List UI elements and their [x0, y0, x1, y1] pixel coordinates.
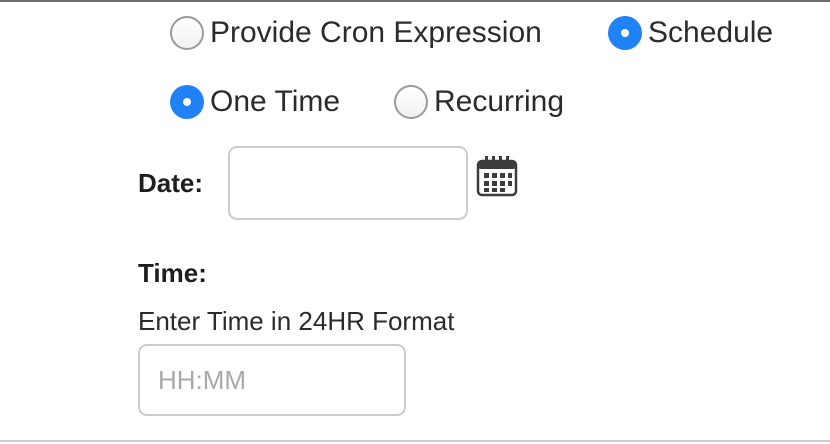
top-divider: [0, 0, 830, 2]
radio-one-time[interactable]: One Time: [170, 83, 340, 121]
radio-unchecked-icon[interactable]: [394, 85, 428, 119]
radio-schedule-label[interactable]: Schedule: [648, 14, 773, 52]
radio-checked-icon[interactable]: [170, 85, 204, 119]
time-label: Time:: [138, 258, 207, 288]
radio-cron-expression[interactable]: Provide Cron Expression: [170, 14, 542, 52]
date-input[interactable]: [228, 146, 468, 220]
calendar-picker-button[interactable]: [474, 153, 520, 199]
radio-schedule[interactable]: Schedule: [608, 14, 773, 52]
date-label: Date:: [138, 168, 204, 198]
bottom-divider: [0, 440, 830, 442]
radio-cron-expression-label[interactable]: Provide Cron Expression: [210, 14, 542, 52]
radio-recurring-label[interactable]: Recurring: [434, 83, 564, 121]
calendar-icon[interactable]: [474, 153, 520, 199]
radio-unchecked-icon[interactable]: [170, 16, 204, 50]
time-input[interactable]: [138, 344, 406, 416]
radio-recurring[interactable]: Recurring: [394, 83, 564, 121]
time-format-hint: Enter Time in 24HR Format: [138, 306, 455, 336]
radio-checked-icon[interactable]: [608, 16, 642, 50]
radio-one-time-label[interactable]: One Time: [210, 83, 340, 121]
